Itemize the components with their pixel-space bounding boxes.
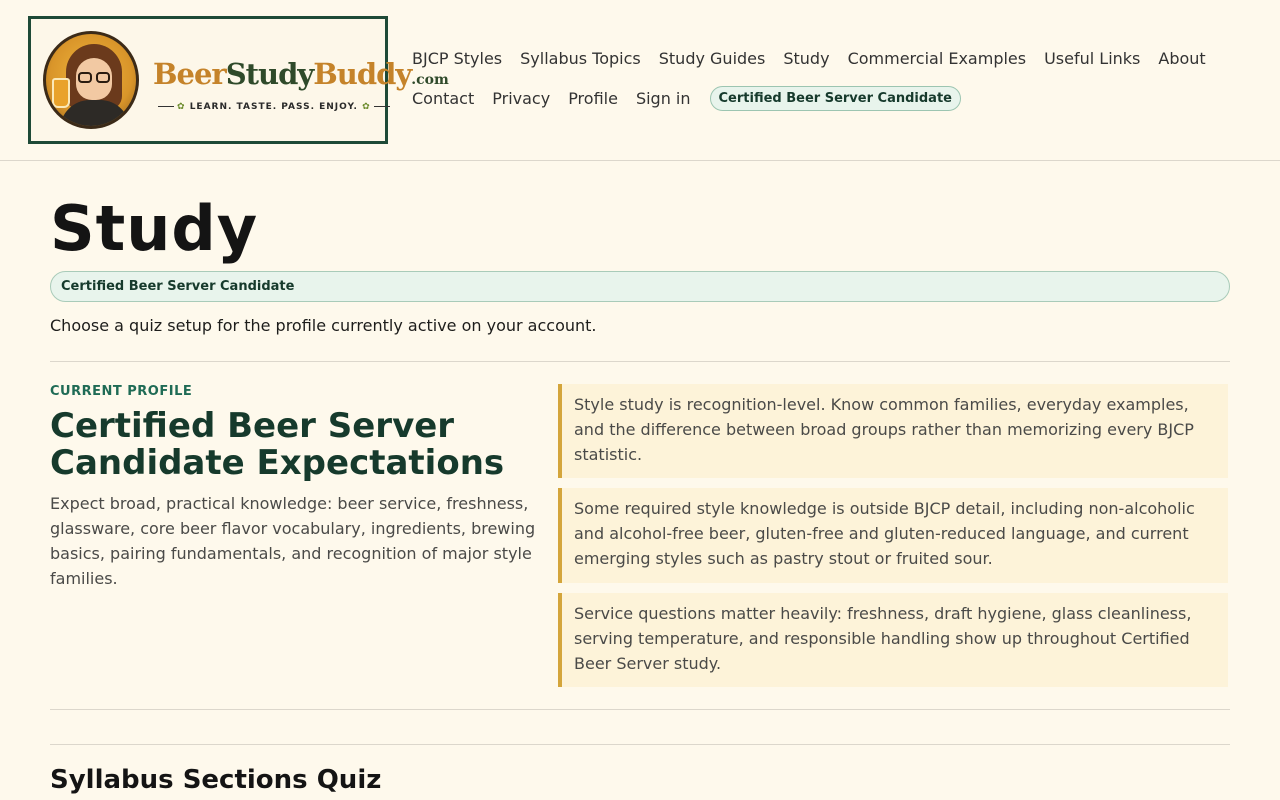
site-header: BeerStudyBuddy.com ✿ LEARN. TASTE. PASS.… [0, 0, 1280, 161]
note-card: Some required style knowledge is outside… [558, 488, 1228, 583]
intro-text: Choose a quiz setup for the profile curr… [50, 316, 597, 335]
nav-link-bjcp-styles[interactable]: BJCP Styles [412, 49, 502, 68]
divider [50, 361, 1230, 362]
note-card: Style study is recognition-level. Know c… [558, 384, 1228, 478]
nav-link-contact[interactable]: Contact [412, 89, 474, 108]
nav-link-about[interactable]: About [1158, 49, 1205, 68]
nav-link-profile[interactable]: Profile [568, 89, 618, 108]
nav-link-useful-links[interactable]: Useful Links [1044, 49, 1140, 68]
page-title: Study [50, 192, 259, 265]
section-eyebrow: CURRENT PROFILE [50, 384, 193, 399]
nav-link-sign-in[interactable]: Sign in [636, 89, 691, 108]
mascot-avatar-icon [43, 31, 139, 129]
nav-link-study-guides[interactable]: Study Guides [659, 49, 766, 68]
logo-tagline: ✿ LEARN. TASTE. PASS. ENJOY. ✿ [155, 102, 393, 112]
site-logo[interactable]: BeerStudyBuddy.com ✿ LEARN. TASTE. PASS.… [28, 16, 449, 144]
nav-link-study[interactable]: Study [783, 49, 829, 68]
active-profile-badge[interactable]: Certified Beer Server Candidate [709, 85, 961, 111]
note-card: Service questions matter heavily: freshn… [558, 593, 1228, 687]
expectations-heading: Certified Beer Server Candidate Expectat… [50, 406, 505, 483]
expectations-description: Expect broad, practical knowledge: beer … [50, 494, 536, 588]
expectation-notes: Style study is recognition-level. Know c… [558, 384, 1228, 697]
nav-link-syllabus-topics[interactable]: Syllabus Topics [520, 49, 641, 68]
divider [50, 744, 1230, 745]
divider [50, 709, 1230, 710]
nav-link-commercial-examples[interactable]: Commercial Examples [848, 49, 1027, 68]
profile-banner: Certified Beer Server Candidate [50, 271, 1230, 302]
logo-wordmark: BeerStudyBuddy.com [153, 57, 449, 91]
syllabus-quiz-heading: Syllabus Sections Quiz [50, 765, 382, 795]
main-nav: BJCP Styles Syllabus Topics Study Guides… [412, 46, 1252, 126]
nav-link-privacy[interactable]: Privacy [492, 89, 550, 108]
